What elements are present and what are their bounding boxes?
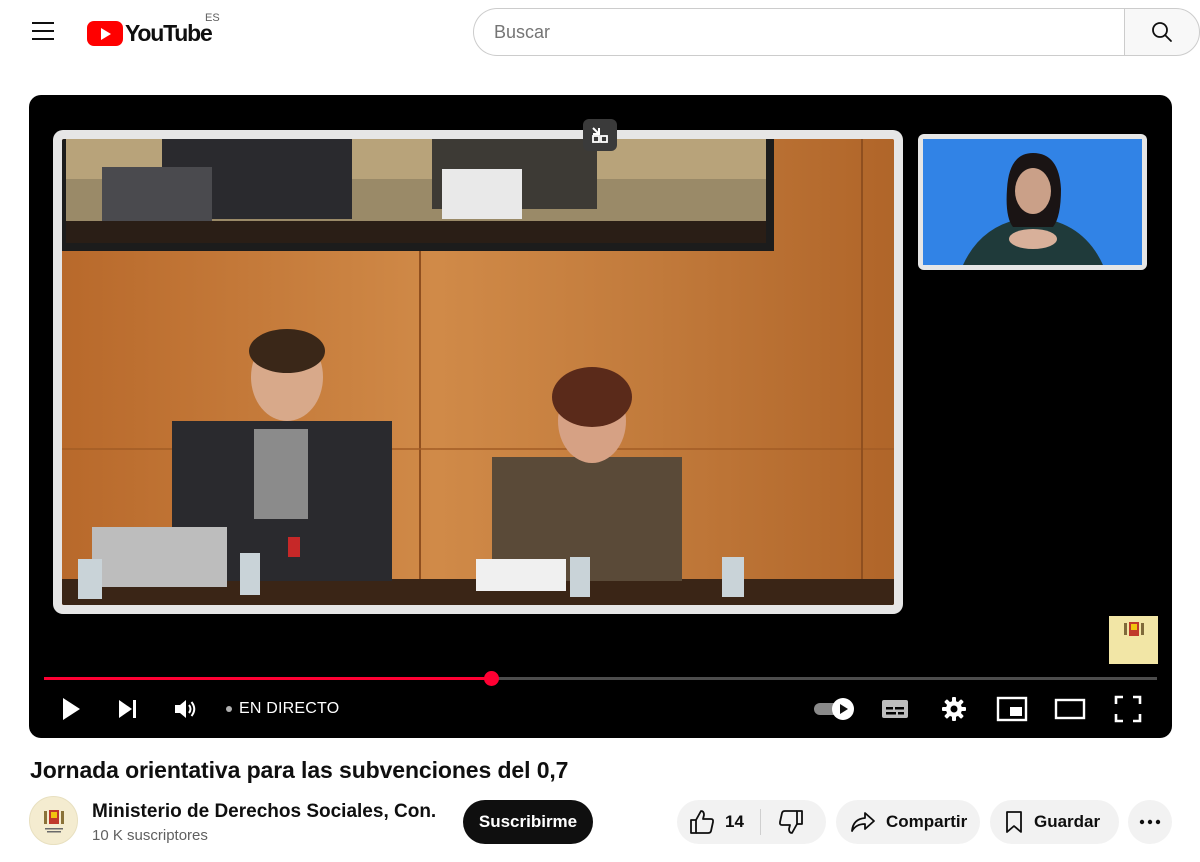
search-button[interactable] — [1124, 8, 1200, 56]
search-icon — [1152, 22, 1172, 42]
next-icon — [119, 700, 136, 718]
video-player[interactable]: EN DIRECTO — [29, 95, 1172, 738]
fullscreen-button[interactable] — [1113, 692, 1143, 726]
progress-played — [44, 677, 492, 680]
gear-icon — [942, 697, 966, 721]
more-dots-icon — [1139, 819, 1161, 825]
settings-button[interactable] — [939, 692, 969, 726]
share-button[interactable]: Compartir — [836, 800, 980, 844]
interpreter-scene — [923, 139, 1142, 265]
progress-scrubber[interactable] — [484, 671, 500, 686]
autoplay-toggle-icon — [814, 698, 854, 720]
autoplay-toggle[interactable] — [813, 692, 857, 726]
channel-name[interactable]: Ministerio de Derechos Sociales, Con... — [92, 801, 437, 823]
exit-overlay-button[interactable] — [583, 119, 617, 151]
coat-of-arms-icon — [43, 809, 64, 832]
miniplayer-icon — [996, 696, 1028, 722]
live-indicator[interactable]: EN DIRECTO — [226, 700, 339, 718]
volume-icon — [175, 700, 196, 718]
save-label: Guardar — [1034, 812, 1101, 831]
miniplayer-button[interactable] — [995, 692, 1029, 726]
video-frame-main — [53, 130, 903, 614]
play-button[interactable] — [59, 693, 83, 725]
subtitles-button[interactable] — [880, 692, 910, 726]
youtube-logo[interactable]: YouTube — [87, 18, 213, 48]
fullscreen-icon — [1114, 695, 1142, 723]
share-label: Compartir — [886, 812, 968, 831]
country-code: ES — [205, 12, 220, 24]
like-button[interactable]: 14 — [677, 800, 760, 844]
live-dot — [226, 706, 232, 712]
search-bar — [473, 8, 1200, 56]
conference-scene — [62, 139, 894, 605]
next-button[interactable] — [116, 693, 140, 725]
bookmark-icon — [1006, 811, 1022, 833]
more-actions-button[interactable] — [1128, 800, 1172, 844]
player-controls-left: EN DIRECTO — [59, 693, 339, 725]
subscribe-button[interactable]: Suscribirme — [463, 800, 593, 844]
dislike-button[interactable] — [761, 800, 821, 844]
exit-overlay-icon — [592, 127, 608, 143]
theater-mode-button[interactable] — [1053, 692, 1087, 726]
thumbs-up-icon — [690, 810, 714, 834]
volume-button[interactable] — [173, 693, 199, 725]
ministry-seal-logo — [1109, 616, 1158, 664]
hamburger-menu-icon[interactable] — [32, 22, 56, 42]
live-label: EN DIRECTO — [239, 700, 340, 717]
video-title: Jornada orientativa para las subvencione… — [30, 757, 569, 783]
search-input[interactable] — [473, 8, 1124, 56]
sign-language-window — [918, 134, 1147, 270]
thumbs-down-icon — [778, 810, 803, 834]
logo-text: YouTube — [125, 19, 213, 46]
like-dislike-group: 14 — [677, 800, 826, 844]
progress-bar[interactable] — [44, 671, 1157, 686]
save-button[interactable]: Guardar — [990, 800, 1119, 844]
theater-mode-icon — [1054, 698, 1086, 720]
subscriber-count: 10 K suscriptores — [92, 827, 208, 844]
play-icon — [63, 698, 80, 720]
channel-avatar[interactable] — [29, 796, 78, 845]
share-arrow-icon — [851, 812, 875, 832]
youtube-play-logo-icon — [87, 20, 123, 46]
coat-of-arms-icon — [1123, 622, 1144, 636]
subtitles-icon — [882, 700, 908, 718]
like-count: 14 — [725, 812, 744, 831]
